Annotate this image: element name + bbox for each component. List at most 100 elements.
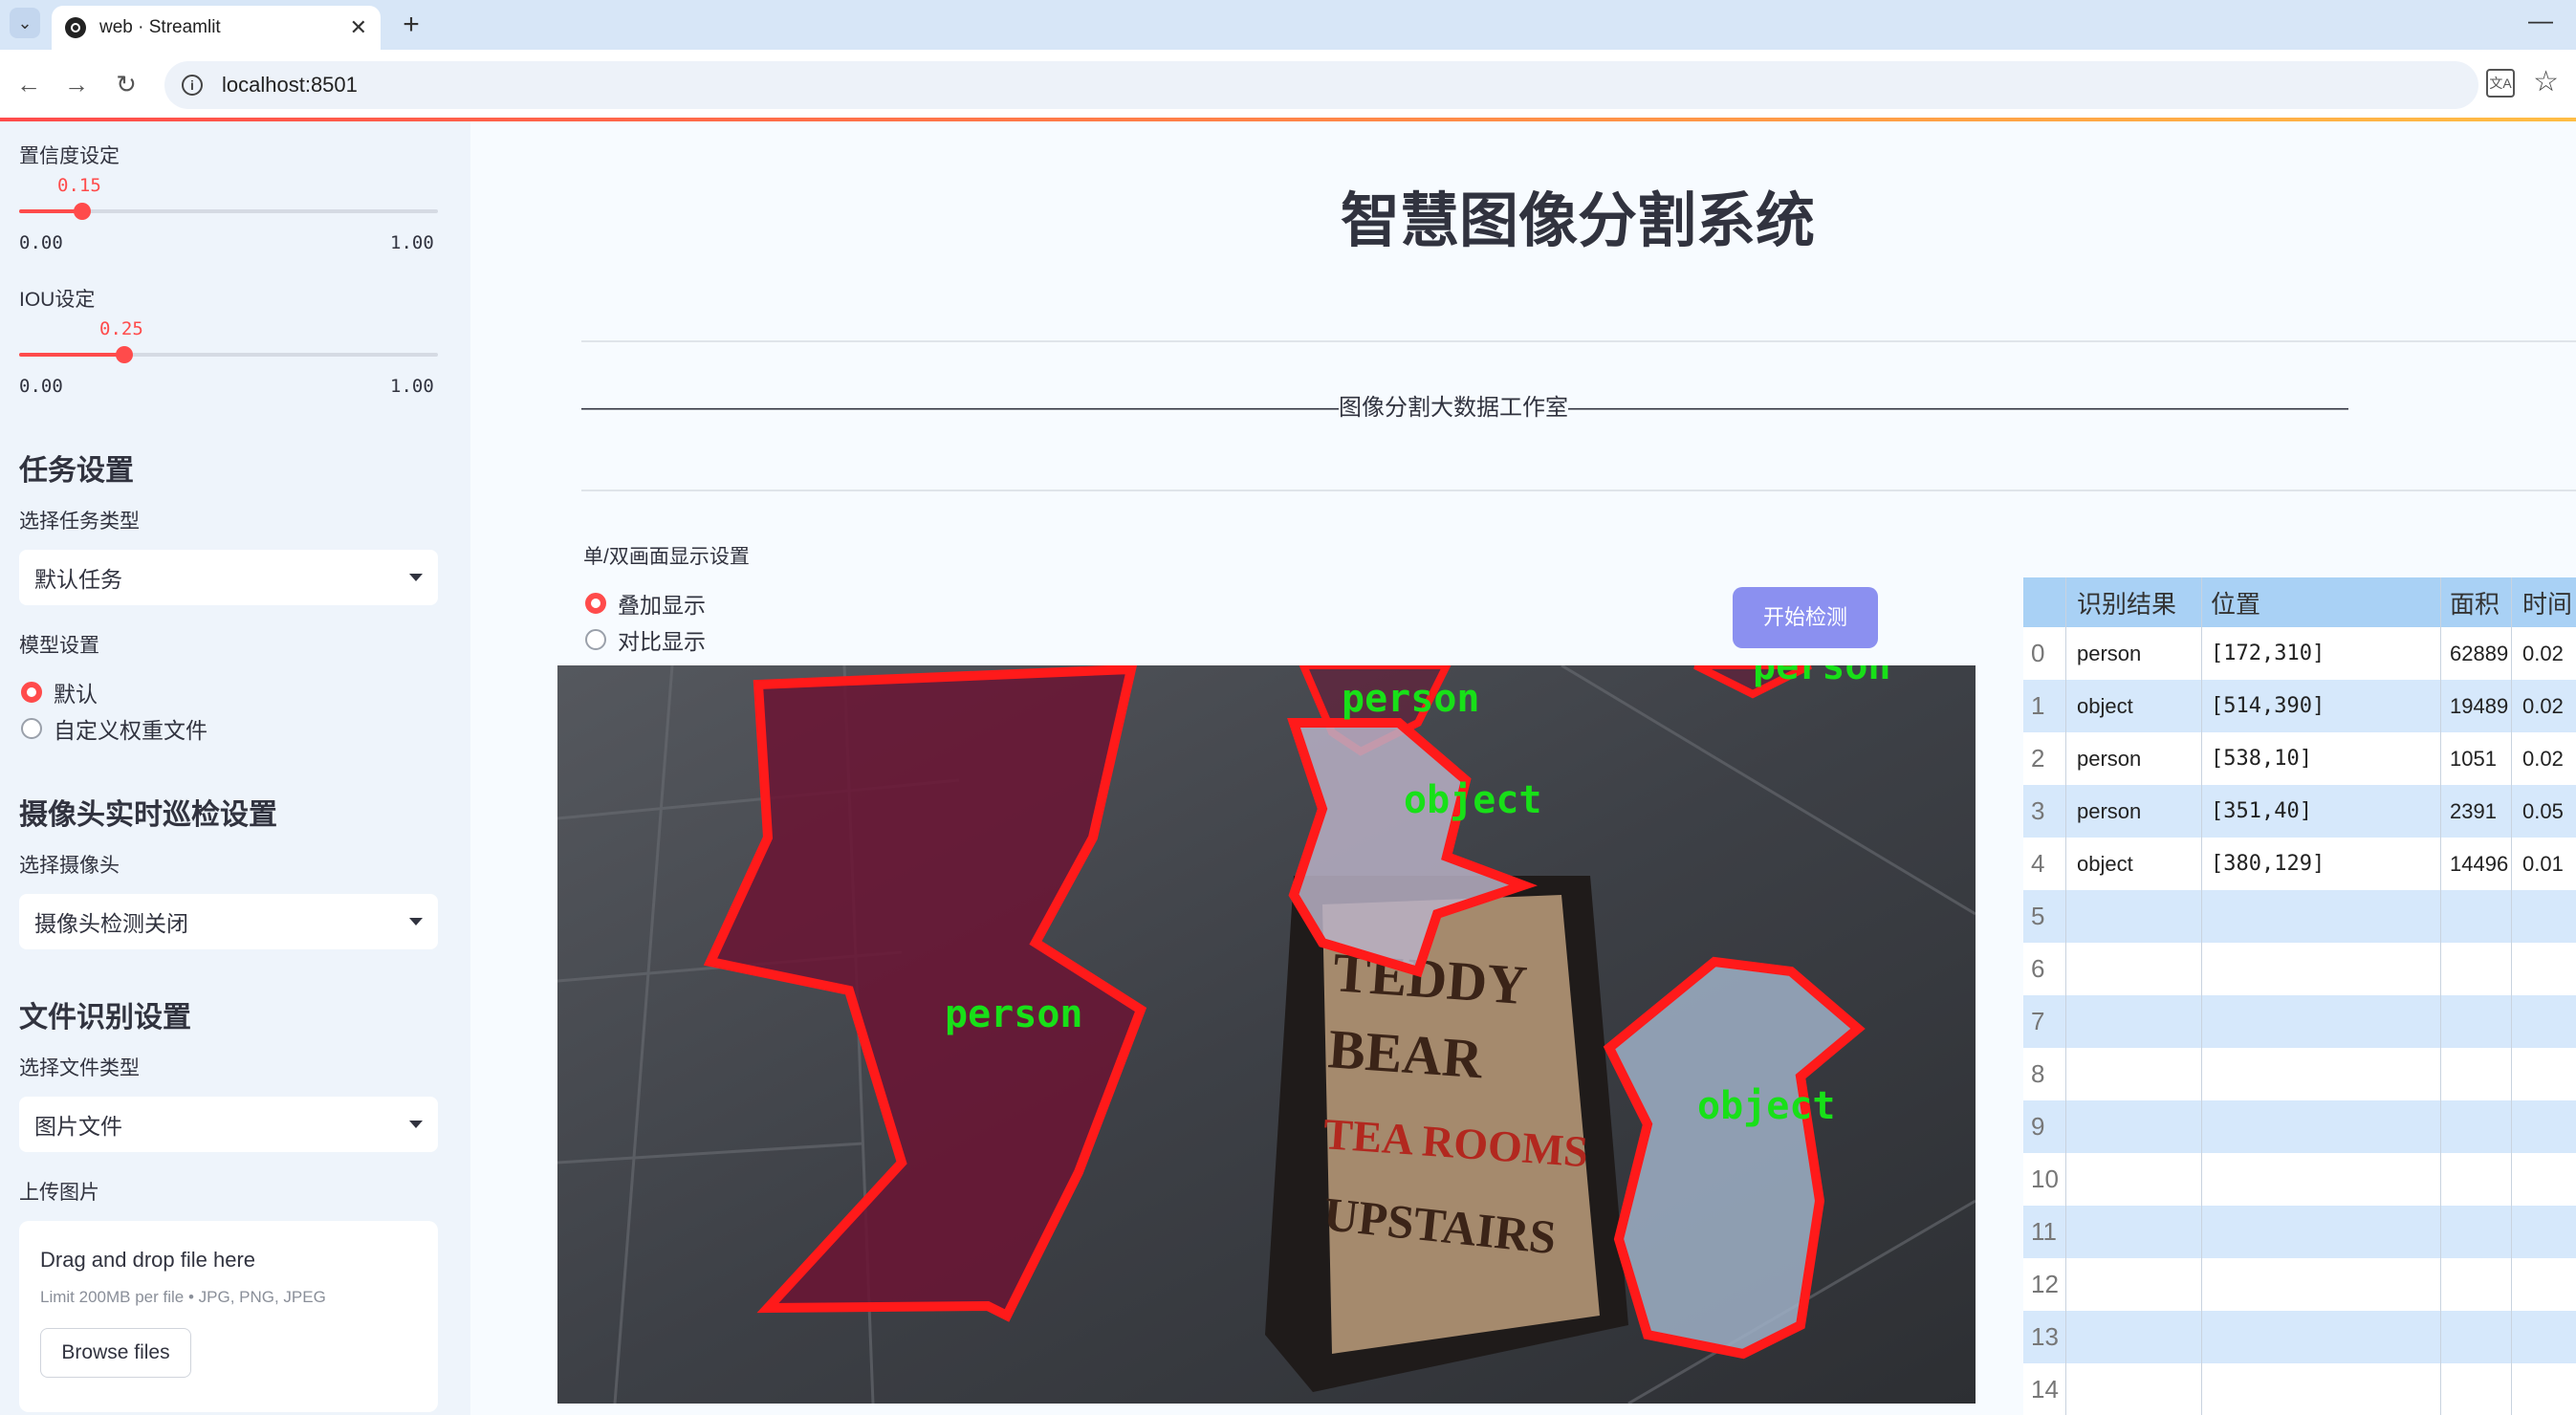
table-row[interactable]: 13 [2023,1311,2576,1363]
table-row[interactable]: 7 [2023,995,2576,1048]
confidence-min: 0.00 [19,232,63,253]
table-row[interactable]: 2 person [538,10] 1051 0.02 [2023,732,2576,785]
display-option-overlay: 叠加显示 [618,593,706,618]
table-row[interactable]: 5 [2023,890,2576,943]
confidence-value: 0.15 [57,175,101,196]
signboard: TEDDY BEAR TEA ROOMS UPSTAIRS [1265,876,1628,1392]
table-header-cell[interactable]: 面积 [2450,577,2500,627]
caret-down-icon [409,574,423,581]
browser-tab[interactable]: web · Streamlit ✕ [52,6,381,50]
confidence-slider-thumb[interactable] [73,203,91,220]
table-header-cell[interactable]: 时间 [2522,577,2572,627]
iou-slider[interactable] [19,346,438,363]
caret-down-icon [409,918,423,925]
back-arrow-icon[interactable]: ← [13,69,44,99]
table-row[interactable]: 3 person [351,40] 2391 0.05 [2023,785,2576,838]
file-type-value: 图片文件 [34,1114,122,1139]
display-option-compare: 对比显示 [618,629,706,654]
camera-label: 选择摄像头 [19,855,120,877]
page-title: 智慧图像分割系统 [1340,188,1815,254]
svg-text:BEAR: BEAR [1326,1017,1485,1090]
table-cell: 5 [2031,902,2045,930]
table-row[interactable]: 0 person [172,310] 62889 0.02 [2023,627,2576,680]
table-row[interactable]: 11 [2023,1206,2576,1258]
minimize-window-icon[interactable]: — [2528,6,2553,35]
label-object-2: object [1697,1084,1836,1128]
table-row[interactable]: 8 [2023,1048,2576,1100]
upload-label: 上传图片 [19,1182,99,1204]
file-type-select[interactable]: 图片文件 [19,1097,438,1152]
start-detection-button[interactable]: 开始检测 [1733,587,1878,648]
iou-slider-fill [19,353,124,357]
iou-slider-thumb[interactable] [115,346,133,363]
task-type-value: 默认任务 [34,567,122,592]
uploader-title: Drag and drop file here [40,1248,256,1272]
display-mode-label: 单/双画面显示设置 [583,546,750,568]
table-cell: person [2077,798,2142,823]
radio-unselected-icon[interactable] [585,629,606,650]
task-type-select[interactable]: 默认任务 [19,550,438,605]
iou-label: IOU设定 [19,289,96,311]
table-row[interactable]: 10 [2023,1153,2576,1206]
translate-icon[interactable]: 文A [2486,69,2515,98]
table-cell: [351,40] [2211,799,2312,823]
address-bar[interactable]: i localhost:8501 [164,61,2478,109]
table-row[interactable]: 14 [2023,1363,2576,1415]
table-cell: 0 [2031,639,2045,667]
results-table[interactable]: 识别结果 位置 面积 时间 0 person [172,310] 62889 0.02 1 obje… [2023,577,2576,1415]
confidence-label: 置信度设定 [19,145,120,167]
confidence-slider[interactable] [19,203,438,220]
file-type-label: 选择文件类型 [19,1057,140,1079]
table-header-cell[interactable]: 识别结果 [2077,577,2176,627]
tab-search-button[interactable]: ⌄ [10,8,40,38]
model-settings-label: 模型设置 [19,635,99,657]
table-cell: 14 [2031,1375,2059,1404]
table-column-divider [2511,577,2512,1415]
model-radio-default[interactable]: 默认 [21,676,98,708]
new-tab-plus-icon[interactable]: + [394,8,428,42]
table-header: 识别结果 位置 面积 时间 [2023,577,2576,627]
table-cell: [380,129] [2211,852,2325,876]
model-radio-custom[interactable]: 自定义权重文件 [21,712,207,745]
table-header-cell[interactable]: 位置 [2211,577,2260,627]
confidence-max: 1.00 [390,232,434,253]
reload-icon[interactable]: ↻ [111,69,142,99]
table-row[interactable]: 9 [2023,1100,2576,1153]
browse-files-button[interactable]: Browse files [40,1328,191,1378]
table-cell: object [2077,693,2133,718]
display-mode-compare[interactable]: 对比显示 [585,623,706,656]
file-settings-heading: 文件识别设置 [19,1002,191,1034]
table-row[interactable]: 12 [2023,1258,2576,1311]
table-cell: 12 [2031,1270,2059,1298]
model-option-default: 默认 [54,682,98,707]
table-cell: 6 [2031,954,2045,983]
site-info-icon[interactable]: i [182,75,203,96]
iou-value: 0.25 [99,318,143,339]
divider-bottom [581,490,2576,491]
camera-select[interactable]: 摄像头检测关闭 [19,894,438,949]
close-icon[interactable]: ✕ [350,15,367,40]
table-cell: [172,310] [2211,642,2325,665]
table-row[interactable]: 6 [2023,943,2576,995]
table-cell: [514,390] [2211,694,2325,718]
table-row[interactable]: 4 object [380,129] 14496 0.01 [2023,838,2576,890]
bookmark-star-icon[interactable]: ☆ [2533,65,2559,98]
url-text[interactable]: localhost:8501 [222,73,358,98]
table-cell: 13 [2031,1322,2059,1351]
file-uploader-dropzone[interactable]: Drag and drop file here Limit 200MB per … [19,1221,438,1412]
table-cell: 1051 [2450,746,2497,771]
task-settings-heading: 任务设置 [19,455,134,487]
radio-selected-icon[interactable] [585,593,606,614]
table-column-divider [2065,577,2066,1415]
table-row[interactable]: 1 object [514,390] 19489 0.02 [2023,680,2576,732]
table-cell: 9 [2031,1112,2045,1141]
browser-tab-strip: ⌄ web · Streamlit ✕ + — [0,0,2576,50]
table-cell: 0.02 [2522,693,2564,718]
label-person-1: person [945,992,1083,1036]
radio-selected-icon[interactable] [21,682,42,703]
table-cell: 8 [2031,1059,2045,1088]
radio-unselected-icon[interactable] [21,718,42,739]
table-cell: 1 [2031,691,2045,720]
display-mode-overlay[interactable]: 叠加显示 [585,587,706,620]
forward-arrow-icon[interactable]: → [61,69,92,99]
